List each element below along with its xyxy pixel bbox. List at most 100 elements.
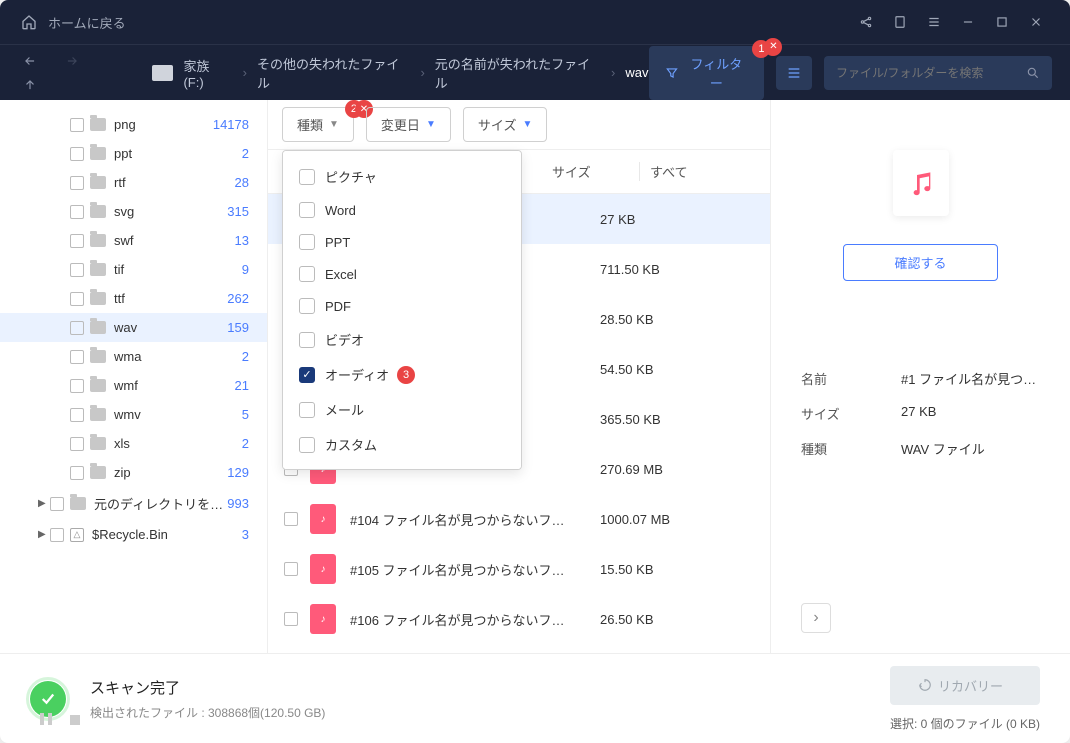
dropdown-item-mail[interactable]: メール: [283, 392, 521, 427]
dropdown-item-custom[interactable]: カスタム: [283, 427, 521, 462]
checkbox-icon[interactable]: [70, 147, 84, 161]
dropdown-item-audio[interactable]: ✓ オーディオ3: [283, 357, 521, 392]
checkbox-icon[interactable]: [70, 466, 84, 480]
folder-icon: [90, 263, 106, 276]
home-icon[interactable]: [20, 13, 38, 31]
checkbox-icon[interactable]: [70, 408, 84, 422]
crumb-1[interactable]: その他の失われたファイル: [257, 54, 410, 92]
file-size: 1000.07 MB: [600, 512, 760, 527]
search-box[interactable]: [824, 56, 1052, 90]
sidebar-item-wav[interactable]: wav 159: [0, 313, 267, 342]
bookmark-icon[interactable]: [886, 8, 914, 36]
checkbox-icon[interactable]: [284, 512, 298, 526]
dropdown-item-excel[interactable]: Excel: [283, 258, 521, 290]
checkbox-icon[interactable]: [70, 263, 84, 277]
sidebar-item-ttf[interactable]: ttf 262: [0, 284, 267, 313]
crumb-3[interactable]: wav: [625, 65, 648, 80]
checkbox-icon[interactable]: [284, 562, 298, 576]
selected-count: 選択: 0 個のファイル (0 KB): [890, 715, 1040, 732]
sidebar-item-png[interactable]: png 14178: [0, 110, 267, 139]
filter-type-dropdown[interactable]: 種類▼ 2 ✕: [282, 107, 354, 142]
dropdown-item-video[interactable]: ビデオ: [283, 322, 521, 357]
stop-icon[interactable]: [70, 715, 80, 725]
col-size[interactable]: サイズ: [542, 162, 640, 181]
detail-size-label: サイズ: [801, 404, 901, 423]
checkbox-icon[interactable]: [299, 202, 315, 218]
checkbox-icon[interactable]: [299, 437, 315, 453]
crumb-2[interactable]: 元の名前が失われたファイル: [435, 54, 601, 92]
share-icon[interactable]: [852, 8, 880, 36]
sidebar-item-tif[interactable]: tif 9: [0, 255, 267, 284]
checkbox-icon[interactable]: [299, 234, 315, 250]
search-icon[interactable]: [1026, 66, 1040, 80]
nav-forward-icon[interactable]: [60, 49, 84, 73]
file-size: 711.50 KB: [600, 262, 760, 277]
nav-up-icon[interactable]: [18, 73, 42, 97]
checkbox-icon[interactable]: [50, 497, 64, 511]
table-row[interactable]: ♪ #104 ファイル名が見つからないフ… 1000.07 MB: [268, 494, 770, 544]
table-row[interactable]: ♪ #106 ファイル名が見つからないフ… 26.50 KB: [268, 594, 770, 644]
next-file-button[interactable]: ›: [801, 603, 831, 633]
status-title: スキャン完了: [90, 677, 325, 698]
checkbox-icon[interactable]: [70, 437, 84, 451]
audio-file-icon: ♪: [310, 504, 336, 534]
filter-size-dropdown[interactable]: サイズ▼: [463, 107, 548, 142]
checkbox-icon[interactable]: ✓: [299, 367, 315, 383]
sidebar-item-wmv[interactable]: wmv 5: [0, 400, 267, 429]
sidebar-item-svg[interactable]: svg 315: [0, 197, 267, 226]
filter-button[interactable]: フィルター 1 ✕: [649, 46, 765, 100]
filter-clear-icon[interactable]: ✕: [764, 38, 782, 56]
audio-file-icon: ♪: [310, 554, 336, 584]
file-size: 270.69 MB: [600, 462, 760, 477]
sidebar-item-wma[interactable]: wma 2: [0, 342, 267, 371]
checkbox-icon[interactable]: [70, 234, 84, 248]
checkbox-icon[interactable]: [299, 402, 315, 418]
toolbar: 家族 (F:) › その他の失われたファイル › 元の名前が失われたファイル ›…: [0, 44, 1070, 100]
checkbox-icon[interactable]: [299, 332, 315, 348]
checkbox-icon[interactable]: [70, 292, 84, 306]
sidebar-item-zip[interactable]: zip 129: [0, 458, 267, 487]
maximize-icon[interactable]: [988, 8, 1016, 36]
checkbox-icon[interactable]: [70, 350, 84, 364]
search-input[interactable]: [836, 66, 1026, 80]
close-icon[interactable]: [1022, 8, 1050, 36]
sidebar-item-count: 129: [227, 465, 249, 480]
checkbox-icon[interactable]: [70, 176, 84, 190]
table-row[interactable]: ♪ #105 ファイル名が見つからないフ… 15.50 KB: [268, 544, 770, 594]
dropdown-item-word[interactable]: Word: [283, 194, 521, 226]
expand-icon[interactable]: ▶: [38, 529, 50, 540]
sidebar-item-rtf[interactable]: rtf 28: [0, 168, 267, 197]
sidebar-item-wmf[interactable]: wmf 21: [0, 371, 267, 400]
checkbox-icon[interactable]: [284, 612, 298, 626]
view-toggle-icon[interactable]: [776, 56, 812, 90]
col-all[interactable]: すべて: [640, 162, 770, 181]
checkbox-icon[interactable]: [299, 266, 315, 282]
menu-icon[interactable]: [920, 8, 948, 36]
dropdown-item-pdf[interactable]: PDF: [283, 290, 521, 322]
filter-date-dropdown[interactable]: 変更日▼: [366, 107, 451, 142]
checkbox-icon[interactable]: [70, 379, 84, 393]
sidebar-item-swf[interactable]: swf 13: [0, 226, 267, 255]
home-link[interactable]: ホームに戻る: [48, 13, 126, 32]
sidebar-item[interactable]: ▶ △ $Recycle.Bin 3: [0, 520, 267, 549]
sidebar-item-ppt[interactable]: ppt 2: [0, 139, 267, 168]
nav-back-icon[interactable]: [18, 49, 42, 73]
sidebar-item-count: 2: [242, 349, 249, 364]
checkbox-icon[interactable]: [299, 298, 315, 314]
dropdown-item-picture[interactable]: ピクチャ: [283, 159, 521, 194]
checkbox-icon[interactable]: [70, 118, 84, 132]
checkbox-icon[interactable]: [50, 528, 64, 542]
crumb-drive[interactable]: 家族 (F:): [183, 56, 232, 90]
checkbox-icon[interactable]: [70, 321, 84, 335]
dropdown-item-label: ビデオ: [325, 330, 364, 349]
sidebar-item-xls[interactable]: xls 2: [0, 429, 267, 458]
pause-icon[interactable]: [40, 713, 52, 725]
expand-icon[interactable]: ▶: [38, 498, 50, 509]
sidebar-item[interactable]: ▶ 元のディレクトリを失っ… 993: [0, 487, 267, 520]
minimize-icon[interactable]: [954, 8, 982, 36]
checkbox-icon[interactable]: [70, 205, 84, 219]
dropdown-item-ppt[interactable]: PPT: [283, 226, 521, 258]
recovery-button[interactable]: リカバリー: [890, 666, 1040, 705]
confirm-button[interactable]: 確認する: [843, 244, 997, 281]
checkbox-icon[interactable]: [299, 169, 315, 185]
